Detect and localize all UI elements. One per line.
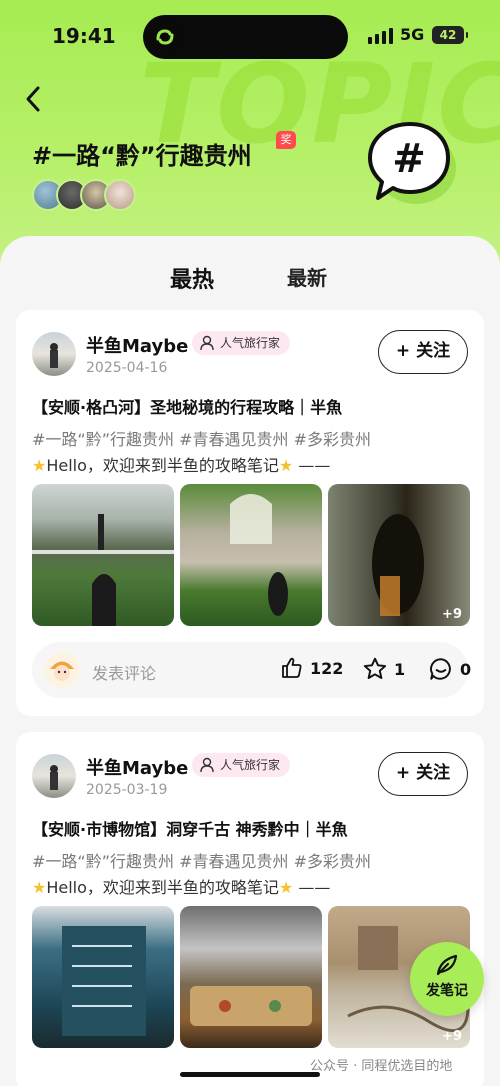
post-intro: ★Hello，欢迎来到半鱼的攻略笔记★ —— — [32, 874, 330, 898]
traveler-icon — [200, 335, 214, 351]
wechat-watermark: 公众号 · 同程优选目的地 — [310, 1059, 453, 1074]
post-intro: ★Hello，欢迎来到半鱼的攻略笔记★ —— — [32, 452, 330, 476]
tab-latest[interactable]: 最新 — [287, 262, 327, 291]
svg-text:#: # — [392, 136, 426, 182]
more-images-count: +9 — [442, 607, 462, 622]
comment-icon — [430, 658, 451, 680]
favorite-count: 1 — [394, 659, 406, 679]
favorite-button[interactable]: 1 — [362, 656, 405, 682]
new-note-button[interactable]: 发笔记 — [410, 942, 484, 1016]
user-badge: 人气旅行家 — [192, 753, 291, 777]
home-indicator[interactable] — [180, 1072, 320, 1077]
network-type: 5G — [400, 25, 425, 44]
traveler-icon — [200, 757, 214, 773]
like-button[interactable]: 122 — [280, 656, 343, 680]
comment-count: 0 — [460, 659, 472, 679]
post-image[interactable] — [180, 484, 322, 626]
post-card[interactable]: 半鱼Maybe 人气旅行家 2025-03-19 + 关注 【安顺·市博物馆】洞… — [16, 732, 484, 1086]
avatar[interactable] — [32, 332, 76, 376]
user-name[interactable]: 半鱼Maybe — [86, 332, 188, 358]
like-count: 122 — [310, 658, 344, 678]
star-emoji-icon: ★ — [278, 878, 294, 897]
app-logo-icon — [149, 21, 181, 53]
post-image[interactable] — [180, 906, 322, 1048]
avatar — [104, 179, 136, 211]
post-image[interactable]: +9 — [328, 484, 470, 626]
comment-input[interactable]: 发表评论 — [92, 660, 156, 684]
post-date: 2025-03-19 — [86, 782, 168, 798]
avatar[interactable] — [32, 754, 76, 798]
user-badge: 人气旅行家 — [192, 331, 291, 355]
star-icon — [363, 657, 387, 679]
post-intro-text: Hello，欢迎来到半鱼的攻略笔记 — [46, 456, 279, 475]
participant-avatars[interactable] — [32, 179, 136, 211]
post-date: 2025-04-16 — [86, 360, 168, 376]
post-hashtags[interactable]: #一路“黔”行趣贵州 #青春遇见贵州 #多彩贵州 — [32, 426, 371, 450]
dynamic-island — [143, 15, 348, 59]
star-emoji-icon: ★ — [32, 878, 47, 897]
post-title[interactable]: 【安顺·市博物馆】洞穿千古 神秀黔中｜半魚 — [32, 816, 348, 840]
user-name[interactable]: 半鱼Maybe — [86, 754, 188, 780]
feed-tabs: 最热 最新 — [0, 262, 500, 320]
award-badge: 奖 — [276, 131, 296, 149]
avatar — [44, 652, 80, 688]
back-arrow-icon[interactable] — [20, 82, 48, 116]
post-intro-suffix: —— — [293, 878, 331, 897]
thumbs-up-icon — [282, 657, 302, 678]
status-bar: 19:41 5G 42 — [0, 0, 500, 72]
post-title[interactable]: 【安顺·格凸河】圣地秘境的行程攻略｜半魚 — [32, 394, 342, 418]
feather-icon — [436, 954, 458, 976]
post-card[interactable]: 半鱼Maybe 人气旅行家 2025-04-16 + 关注 【安顺·格凸河】圣地… — [16, 310, 484, 716]
user-badge-label: 人气旅行家 — [220, 758, 281, 772]
battery-icon: 42 — [432, 26, 468, 44]
more-images-count: +9 — [442, 1029, 462, 1044]
post-images: +9 — [32, 484, 470, 626]
follow-button[interactable]: + 关注 — [378, 752, 468, 796]
tab-hottest[interactable]: 最热 — [170, 262, 214, 294]
comment-bar[interactable]: 发表评论 122 1 0 — [32, 642, 471, 698]
post-hashtags[interactable]: #一路“黔”行趣贵州 #青春遇见贵州 #多彩贵州 — [32, 848, 371, 872]
signal-icon — [368, 28, 393, 44]
post-intro-text: Hello，欢迎来到半鱼的攻略笔记 — [46, 878, 279, 897]
status-time: 19:41 — [52, 24, 116, 48]
post-image[interactable] — [32, 484, 174, 626]
follow-button[interactable]: + 关注 — [378, 330, 468, 374]
star-emoji-icon: ★ — [278, 456, 294, 475]
post-image[interactable] — [32, 906, 174, 1048]
post-images: +9 — [32, 906, 470, 1048]
new-note-label: 发笔记 — [426, 983, 468, 999]
topic-hashtag-icon: # — [368, 122, 456, 204]
post-intro-suffix: —— — [293, 456, 331, 475]
comment-button[interactable]: 0 — [428, 656, 471, 682]
topic-title: #一路“黔”行趣贵州 — [32, 142, 252, 170]
user-badge-label: 人气旅行家 — [220, 336, 281, 350]
star-emoji-icon: ★ — [32, 456, 47, 475]
